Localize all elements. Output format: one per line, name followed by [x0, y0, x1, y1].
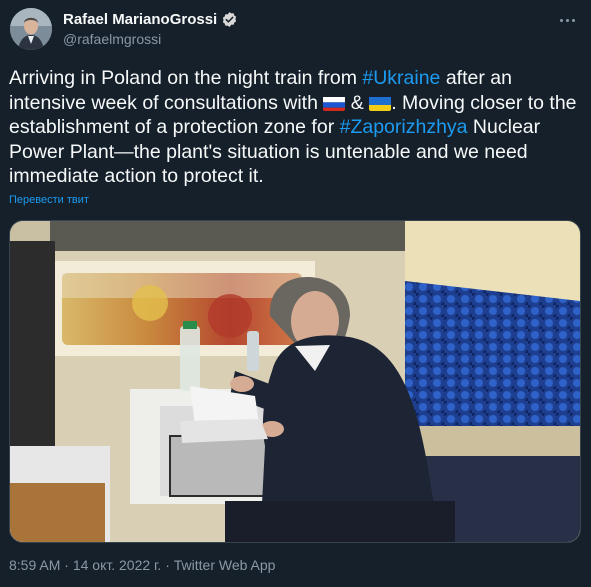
tweet-text-part: &	[345, 91, 370, 114]
tweet-time[interactable]: 8:59 AM	[9, 557, 60, 573]
more-options-icon[interactable]	[560, 14, 582, 26]
meta-separator: ·	[60, 557, 73, 573]
author-name-row[interactable]: Rafael MarianoGrossi	[63, 11, 238, 28]
tweet-photo[interactable]	[9, 220, 581, 543]
hashtag-zaporizhzhya[interactable]: #Zaporizhzhya	[340, 116, 468, 138]
hashtag-ukraine[interactable]: #Ukraine	[362, 67, 440, 89]
avatar-image	[10, 8, 52, 50]
meta-separator: ·	[161, 557, 174, 573]
verified-badge-icon	[223, 12, 237, 27]
avatar[interactable]	[10, 8, 52, 50]
translate-tweet-link[interactable]: Перевести твит	[9, 194, 89, 206]
tweet-meta: 8:59 AM · 14 окт. 2022 г. · Twitter Web …	[9, 557, 275, 573]
russia-flag-icon	[323, 95, 346, 111]
author-handle[interactable]: @rafaelmgrossi	[63, 31, 161, 47]
train-compartment-photo	[10, 221, 580, 542]
tweet-date[interactable]: 14 окт. 2022 г.	[73, 557, 162, 573]
source-app[interactable]: Twitter Web App	[174, 557, 276, 573]
ukraine-flag-icon	[369, 95, 392, 111]
tweet-text-part: Arriving in Poland on the night train fr…	[9, 67, 363, 89]
tweet-text: Arriving in Poland on the night train fr…	[9, 66, 579, 189]
author-name[interactable]: Rafael MarianoGrossi	[63, 11, 217, 28]
